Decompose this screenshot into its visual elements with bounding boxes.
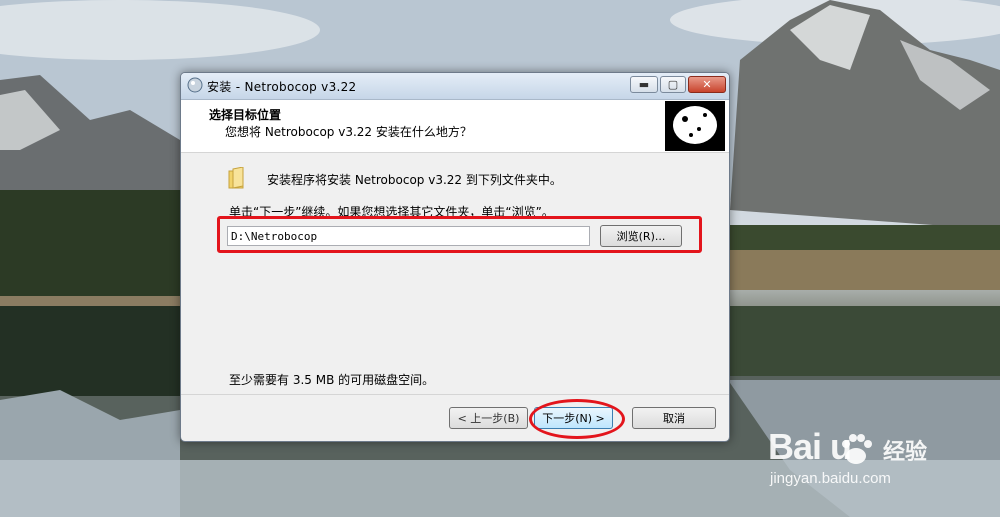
- close-button[interactable]: ✕: [688, 76, 726, 93]
- watermark-brand: 经验: [883, 440, 928, 465]
- wizard-content: 安装程序将安装 Netrobocop v3.22 到下列文件夹中。 单击“下一步…: [181, 153, 729, 393]
- window-title: 安装 - Netrobocop v3.22: [207, 80, 357, 94]
- cancel-button[interactable]: 取消: [632, 407, 716, 429]
- app-icon: [187, 77, 203, 93]
- install-path-input[interactable]: [227, 226, 590, 246]
- baidu-paw-icon: [842, 434, 872, 464]
- title-bar[interactable]: 安装 - Netrobocop v3.22 ▬ ▢ ✕: [181, 73, 729, 100]
- disk-space-text: 至少需要有 3.5 MB 的可用磁盘空间。: [229, 373, 435, 387]
- back-button[interactable]: < 上一步(B): [449, 407, 528, 429]
- baidu-watermark: Bai u 经验 jingyan.baidu.com: [768, 426, 948, 496]
- folder-icon: [228, 167, 244, 189]
- browse-button[interactable]: 浏览(R)...: [600, 225, 682, 247]
- watermark-url: jingyan.baidu.com: [770, 470, 891, 487]
- next-button[interactable]: 下一步(N) >: [534, 407, 613, 429]
- install-intro-text: 安装程序将安装 Netrobocop v3.22 到下列文件夹中。: [267, 173, 562, 187]
- minimize-button[interactable]: ▬: [630, 76, 658, 93]
- instruction-text: 单击“下一步”继续。如果您想选择其它文件夹，单击“浏览”。: [229, 205, 554, 219]
- installer-logo: [665, 101, 725, 151]
- maximize-button[interactable]: ▢: [660, 76, 686, 93]
- footer-divider: [181, 394, 729, 395]
- page-subtitle: 您想将 Netrobocop v3.22 安装在什么地方？: [225, 125, 472, 139]
- page-title: 选择目标位置: [209, 108, 282, 122]
- wizard-header: 选择目标位置 您想将 Netrobocop v3.22 安装在什么地方？: [181, 100, 729, 153]
- installer-dialog: 安装 - Netrobocop v3.22 ▬ ▢ ✕ 选择目标位置 您想将 N…: [180, 72, 730, 442]
